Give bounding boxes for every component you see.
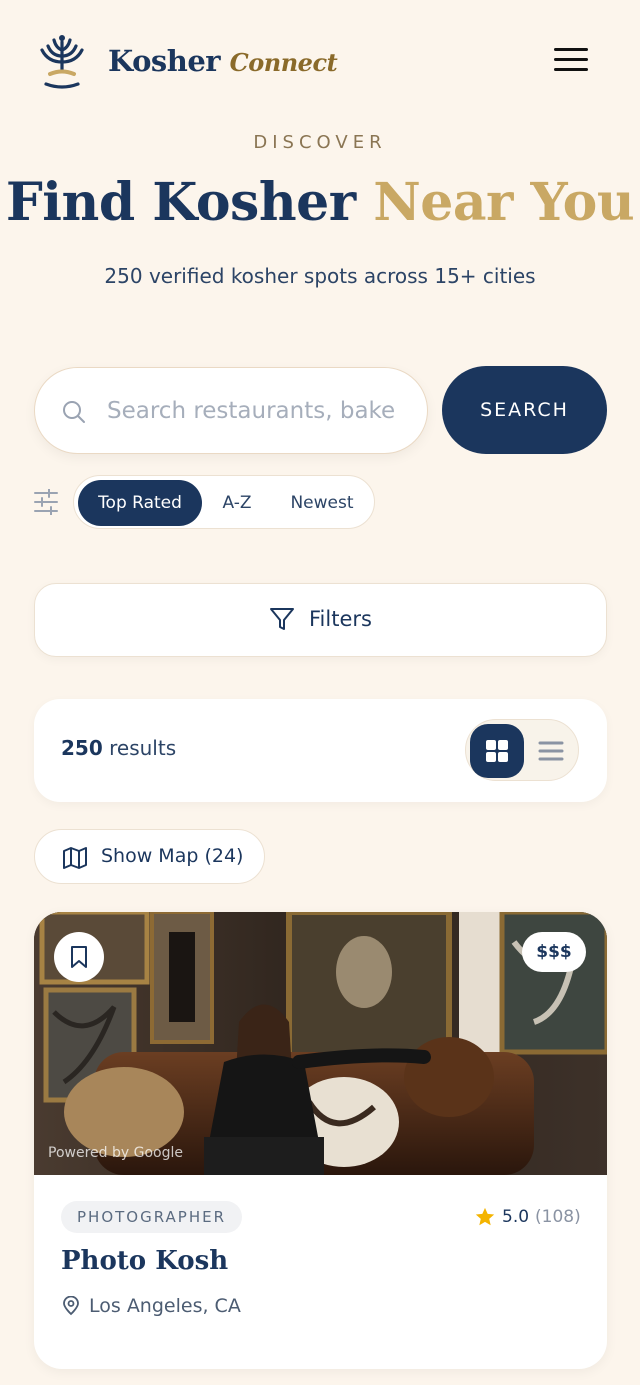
sort-a-z[interactable]: A-Z <box>204 480 270 526</box>
hero-subtitle: 250 verified kosher spots across 15+ cit… <box>104 264 536 288</box>
results-label: results <box>109 736 177 760</box>
sort-top-rated[interactable]: Top Rated <box>78 480 202 526</box>
view-toggle <box>465 719 579 781</box>
brand-main: Kosher <box>108 44 221 78</box>
sliders-icon[interactable] <box>34 489 58 515</box>
page-title: Find Kosher Near You <box>0 172 640 233</box>
listing-card[interactable]: $$$ Powered by Google PHOTOGRAPHER 5.0 (… <box>34 912 607 1369</box>
title-accent: Near You <box>373 172 635 233</box>
list-view-button[interactable] <box>528 724 576 778</box>
review-count: (108) <box>535 1207 581 1227</box>
rating: 5.0 (108) <box>474 1206 581 1228</box>
search-icon <box>63 401 85 423</box>
filters-button[interactable]: Filters <box>34 583 607 657</box>
funnel-icon <box>270 608 294 630</box>
category-badge: PHOTOGRAPHER <box>61 1201 243 1233</box>
hero-eyebrow: DISCOVER <box>253 132 387 153</box>
sort-newest[interactable]: Newest <box>272 480 372 526</box>
price-badge: $$$ <box>522 932 586 972</box>
location-pin-icon <box>63 1296 79 1316</box>
search-box <box>34 367 428 454</box>
results-count: 250 results <box>61 736 176 760</box>
search-button[interactable]: SEARCH <box>442 366 607 454</box>
sort-options: Top Rated A-Z Newest <box>73 475 375 529</box>
listing-location: Los Angeles, CA <box>61 1295 241 1317</box>
filters-label: Filters <box>309 607 372 631</box>
hamburger-menu-icon[interactable] <box>554 48 588 78</box>
bookmark-button[interactable] <box>54 932 104 982</box>
powered-by-text: Powered by Google <box>48 1145 183 1161</box>
title-main: Find Kosher <box>5 172 356 233</box>
show-map-label: Show Map (24) <box>101 845 244 867</box>
bookmark-icon <box>71 946 87 968</box>
brand-accent: Connect <box>229 48 338 77</box>
rating-score: 5.0 <box>502 1207 530 1227</box>
map-icon <box>63 847 87 869</box>
menorah-logo-icon[interactable] <box>38 32 86 92</box>
listing-photo[interactable]: $$$ Powered by Google <box>34 912 607 1175</box>
results-number: 250 <box>61 736 103 760</box>
star-icon <box>475 1207 495 1226</box>
grid-view-button[interactable] <box>470 724 524 778</box>
list-icon <box>538 741 564 761</box>
show-map-button[interactable]: Show Map (24) <box>34 829 265 884</box>
app-header: Kosher Connect <box>0 0 640 125</box>
brand-name[interactable]: Kosher Connect <box>108 44 338 78</box>
grid-icon <box>486 740 508 762</box>
location-text: Los Angeles, CA <box>89 1295 241 1317</box>
search-input[interactable] <box>107 388 407 434</box>
listing-name[interactable]: Photo Kosh <box>61 1246 228 1276</box>
results-bar: 250 results <box>34 699 607 802</box>
